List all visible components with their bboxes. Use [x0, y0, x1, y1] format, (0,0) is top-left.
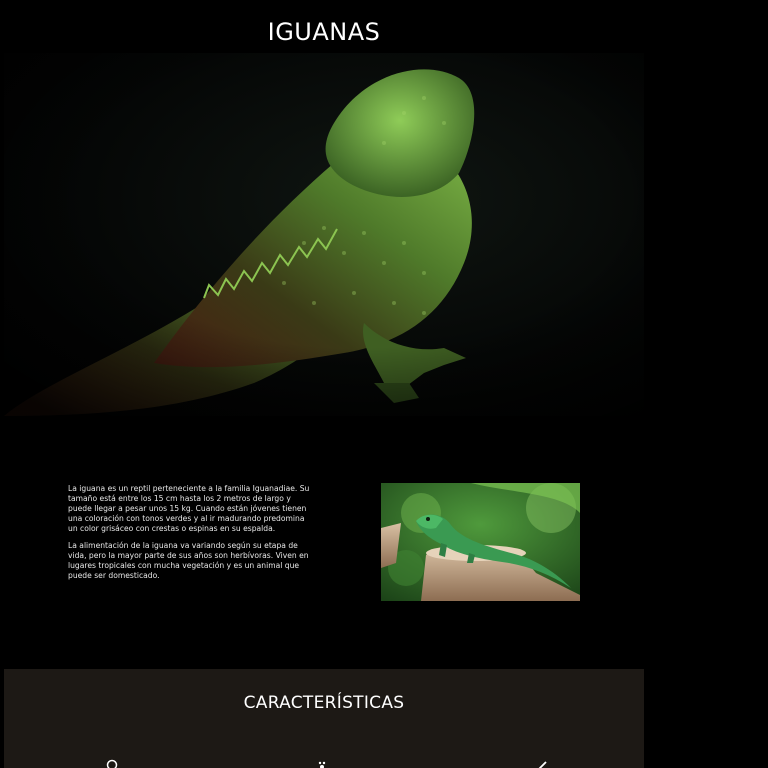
intro-text: La iguana es un reptil perteneciente a l… [68, 484, 313, 588]
features-section: CARACTERÍSTICAS [4, 669, 644, 768]
hero-image [4, 53, 644, 416]
iguana-photo [381, 483, 580, 601]
paw-icon [318, 761, 326, 768]
intro-paragraph-1: La iguana es un reptil perteneciente a l… [68, 484, 310, 533]
page-title: IGUANAS [267, 18, 381, 46]
iguana-on-stump-illustration [381, 483, 580, 601]
page: IGUANAS La iguana es un reptil perteneci… [0, 0, 768, 768]
intro-paragraph-2: La alimentación de la iguana va variando… [68, 541, 309, 580]
iguana-illustration [4, 53, 644, 416]
features-title: CARACTERÍSTICAS [243, 693, 405, 713]
location-icon [106, 759, 118, 768]
arrow-icon [538, 761, 547, 768]
